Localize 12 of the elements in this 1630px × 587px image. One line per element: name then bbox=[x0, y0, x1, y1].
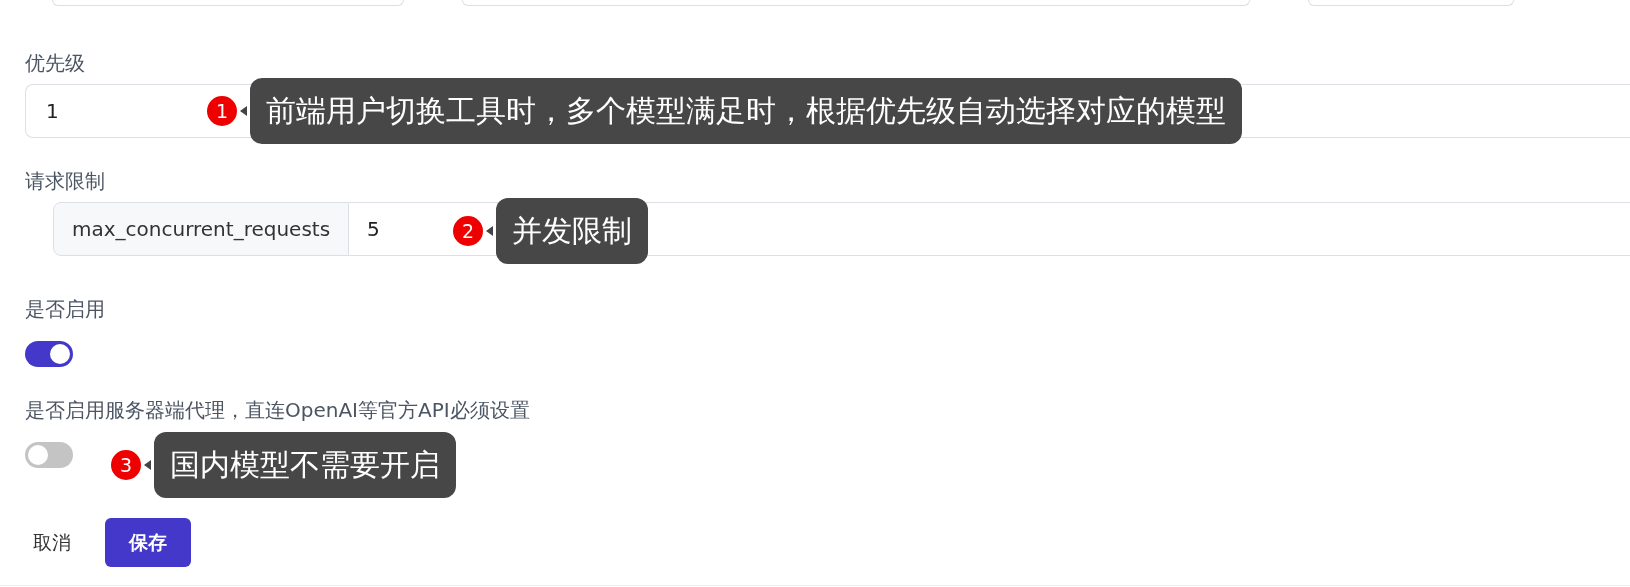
field-label: 优先级 bbox=[25, 50, 86, 76]
tooltip: 前端用户切换工具时，多个模型满足时，根据优先级自动选择对应的模型 bbox=[250, 78, 1242, 144]
field-label: 是否启用服务器端代理，直连OpenAI等官方API必须设置 bbox=[25, 397, 531, 423]
tooltip: 并发限制 bbox=[496, 198, 648, 264]
field-label: 是否启用 bbox=[25, 296, 106, 322]
tooltip: 国内模型不需要开启 bbox=[154, 432, 456, 498]
toggle-switch[interactable] bbox=[25, 442, 73, 468]
field-label: 请求限制 bbox=[25, 168, 106, 194]
toggle-switch[interactable] bbox=[25, 341, 73, 367]
save-button[interactable]: 保存 bbox=[105, 518, 191, 567]
input-addon: max_concurrent_requests bbox=[53, 202, 350, 256]
cancel-button[interactable]: 取消 bbox=[33, 529, 71, 556]
